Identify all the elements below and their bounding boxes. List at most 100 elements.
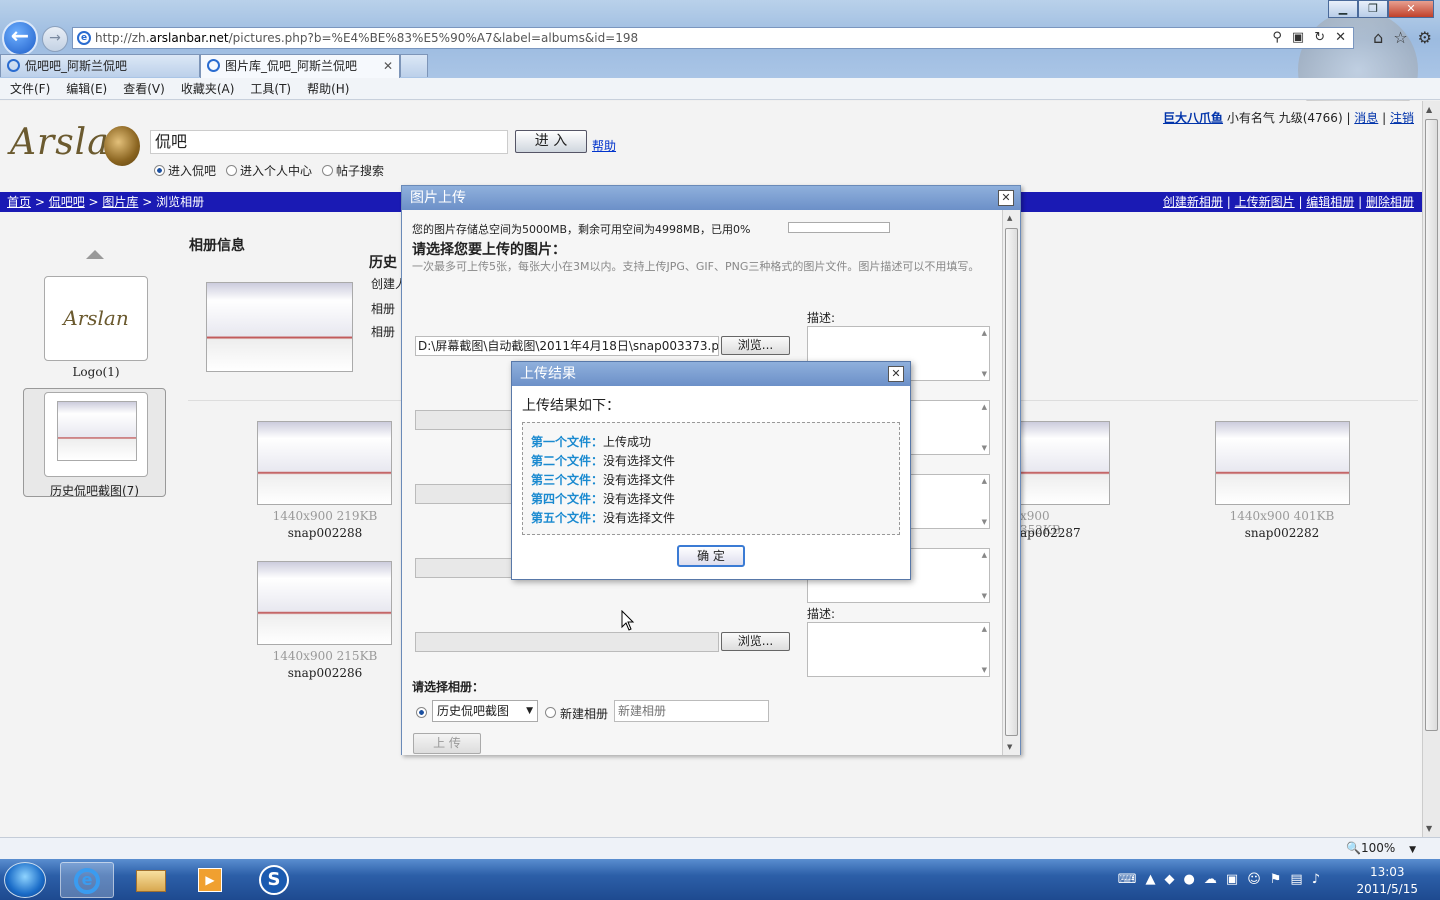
tab-kanba[interactable]: 侃吧吧_阿斯兰侃吧 — [0, 54, 200, 77]
new-tab-button[interactable] — [400, 54, 428, 77]
edit-album-link[interactable]: 编辑相册 — [1306, 195, 1354, 209]
close-window-button[interactable]: ✕ — [1388, 0, 1434, 18]
maximize-button[interactable]: ❐ — [1358, 0, 1388, 18]
volume-icon[interactable]: ♪ — [1312, 872, 1320, 887]
tab-close-icon[interactable]: ✕ — [383, 55, 393, 77]
menu-tools[interactable]: 工具(T) — [250, 78, 291, 99]
scrollbar-thumb[interactable] — [1005, 228, 1018, 736]
file-input-1[interactable]: D:\屏幕截图\自动截图\2011年4月18日\snap003373.p — [415, 336, 719, 356]
scroll-up-arrow-icon[interactable]: ▲ — [1007, 214, 1012, 222]
upload-picture-link[interactable]: 上传新图片 — [1235, 195, 1295, 209]
menu-edit[interactable]: 编辑(E) — [66, 78, 107, 99]
scroll-up-icon: ▲ — [981, 403, 987, 411]
radio-post-search[interactable]: 帖子搜索 — [322, 162, 384, 179]
zoom-level: 100% — [1360, 841, 1396, 855]
address-bar[interactable]: e http://zh.arslanbar.net/pictures.php?b=… — [72, 27, 1354, 49]
tray-360-icon[interactable]: ● — [1184, 872, 1195, 887]
file-input-3[interactable] — [415, 484, 525, 504]
start-button[interactable] — [4, 862, 46, 898]
file-input-5[interactable] — [415, 632, 719, 652]
picture-thumbnail[interactable] — [257, 561, 392, 645]
enter-button[interactable]: 进 入 — [515, 130, 587, 153]
ok-button[interactable]: 确 定 — [677, 545, 745, 567]
picture-thumbnail[interactable] — [1020, 421, 1110, 505]
result-list: 第一个文件：上传成功 第二个文件：没有选择文件 第三个文件：没有选择文件 第四个… — [522, 422, 900, 535]
desc-label: 描述: — [807, 607, 836, 621]
logout-link[interactable]: 注销 — [1390, 111, 1414, 125]
radio-existing-album[interactable] — [416, 707, 427, 718]
picture-thumbnail[interactable] — [257, 421, 392, 505]
upload-heading: 请选择您要上传的图片： — [412, 242, 566, 258]
tray-security-icon[interactable]: ◆ — [1165, 872, 1175, 887]
browse-button-1[interactable]: 浏览... — [721, 336, 790, 355]
crumb-gallery[interactable]: 图片库 — [102, 195, 138, 209]
browse-button-5[interactable]: 浏览... — [721, 632, 790, 651]
album-card-history[interactable] — [44, 392, 148, 477]
file-input-2[interactable] — [415, 410, 525, 430]
menu-view[interactable]: 查看(V) — [123, 78, 165, 99]
taskbar-clock[interactable]: 13:03 2011/5/15 — [1356, 864, 1418, 898]
upload-dialog-scrollbar[interactable]: ▲ ▼ — [1002, 210, 1020, 755]
flag-icon[interactable]: ⚑ — [1270, 872, 1282, 887]
delete-album-link[interactable]: 删除相册 — [1366, 195, 1414, 209]
scroll-up-arrow-icon[interactable]: ▲ — [1426, 105, 1432, 114]
album-select[interactable]: 历史侃吧截图 ▼ — [432, 700, 538, 722]
radio-enter-kanba[interactable]: 进入侃吧 — [154, 162, 216, 179]
home-icon[interactable]: ⌂ — [1373, 28, 1383, 47]
menu-help[interactable]: 帮助(H) — [307, 78, 349, 99]
search-icon[interactable]: ⚲ — [1272, 30, 1282, 45]
network-icon[interactable]: ▤ — [1290, 872, 1302, 887]
tray-qq-icon[interactable]: ☺ — [1247, 872, 1261, 887]
taskbar-app-icon[interactable]: S — [248, 862, 302, 898]
zoom-icon: 🔍 — [1345, 841, 1361, 855]
back-button[interactable]: ← — [2, 20, 38, 56]
scroll-down-arrow-icon[interactable]: ▼ — [1007, 743, 1012, 751]
album-list-up-arrow-icon[interactable] — [86, 250, 104, 259]
result-dialog-close-icon[interactable]: ✕ — [888, 366, 904, 382]
page-scrollbar[interactable]: ▲ ▼ — [1422, 101, 1440, 837]
picture-name[interactable]: snap002282 — [1207, 526, 1357, 540]
result-item: 第二个文件：没有选择文件 — [531, 452, 899, 471]
compat-view-icon[interactable]: ▣ — [1292, 30, 1304, 45]
username-link[interactable]: 巨大八爪鱼 — [1163, 111, 1223, 125]
picture-name[interactable]: snap002288 — [250, 526, 400, 540]
forward-button[interactable]: → — [42, 26, 68, 52]
site-search-input[interactable]: 侃吧 — [150, 130, 508, 154]
desc-textarea-5[interactable]: ▲ ▼ — [807, 622, 990, 677]
crumb-kanba[interactable]: 侃吧吧 — [49, 195, 85, 209]
picture-name[interactable]: ap002287 — [1020, 526, 1100, 540]
crumb-home[interactable]: 首页 — [7, 195, 31, 209]
picture-name[interactable]: snap002286 — [250, 666, 400, 680]
taskbar-ie-icon[interactable]: e — [60, 862, 114, 898]
scroll-down-icon: ▼ — [981, 370, 987, 378]
create-album-link[interactable]: 创建新相册 — [1163, 195, 1223, 209]
taskbar-media-player-icon[interactable]: ▶ — [184, 862, 238, 898]
upload-dialog-close-icon[interactable]: ✕ — [998, 190, 1014, 206]
stop-icon[interactable]: ✕ — [1335, 30, 1346, 45]
tray-app-icon[interactable]: ▣ — [1226, 872, 1238, 887]
scroll-down-arrow-icon[interactable]: ▼ — [1426, 824, 1432, 833]
menu-favorites[interactable]: 收藏夹(A) — [181, 78, 235, 99]
album-card-logo[interactable]: Arslan — [44, 276, 148, 361]
refresh-icon[interactable]: ↻ — [1314, 30, 1325, 45]
url-host: arslanbar.net — [149, 31, 229, 45]
menu-file[interactable]: 文件(F) — [10, 78, 50, 99]
file-input-4[interactable] — [415, 558, 525, 578]
help-link[interactable]: 帮助 — [592, 137, 616, 154]
minimize-button[interactable]: ▁ — [1328, 0, 1358, 18]
taskbar-explorer-icon[interactable] — [124, 862, 178, 898]
tray-chat-icon[interactable]: ☁ — [1204, 872, 1217, 887]
tab-picture-library[interactable]: 图片库_侃吧_阿斯兰侃吧 ✕ — [200, 54, 400, 78]
favorites-star-icon[interactable]: ☆ — [1393, 28, 1407, 47]
picture-thumbnail[interactable] — [1215, 421, 1350, 505]
scrollbar-thumb[interactable] — [1425, 119, 1438, 731]
new-album-input[interactable] — [614, 700, 769, 722]
zoom-control[interactable]: 🔍100% ▼ — [1346, 841, 1416, 855]
upload-submit-button[interactable]: 上 传 — [413, 733, 481, 754]
gear-icon[interactable]: ⚙ — [1418, 28, 1432, 47]
radio-personal-center[interactable]: 进入个人中心 — [226, 162, 312, 179]
radio-new-album[interactable] — [545, 707, 556, 718]
keyboard-icon[interactable]: ⌨ — [1118, 872, 1137, 887]
messages-link[interactable]: 消息 — [1354, 111, 1378, 125]
tray-expand-icon[interactable]: ▲ — [1146, 872, 1156, 887]
